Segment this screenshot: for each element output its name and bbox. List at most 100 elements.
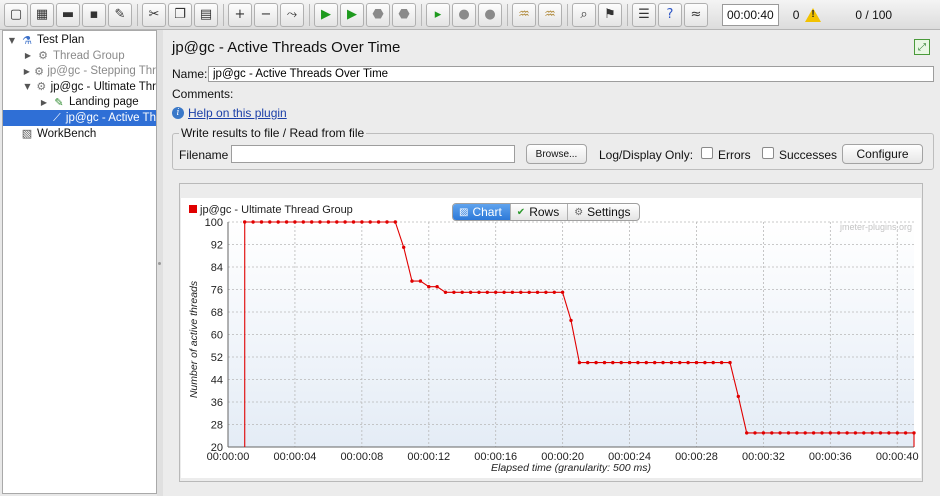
search-icon[interactable]: ⌕ (572, 2, 596, 27)
data-point (510, 290, 515, 294)
remote-start-icon[interactable]: ▸ (426, 2, 450, 27)
data-point (569, 318, 573, 323)
warning-icon[interactable] (805, 7, 822, 22)
name-field[interactable] (208, 66, 934, 82)
data-point (494, 290, 498, 294)
tree-item[interactable]: ▼ ⚗ Test Plan (3, 32, 156, 48)
toolbar-separator (507, 3, 508, 26)
data-point (477, 290, 481, 294)
data-point (360, 220, 364, 224)
y-tick-label: 100 (205, 217, 223, 229)
data-point (887, 431, 891, 435)
reset-search-icon[interactable]: ⚑ (598, 2, 622, 27)
log-viewer-icon[interactable]: ≈ (684, 2, 708, 27)
shutdown-icon[interactable]: ⬣ (392, 2, 416, 27)
tree-item[interactable]: ▶ ⚙ jp@gc - Stepping Thr (3, 63, 156, 79)
watermark: jmeter-plugins.org (839, 222, 912, 232)
data-point (335, 220, 339, 224)
copy-icon[interactable]: ❐ (168, 2, 192, 27)
data-point (602, 360, 607, 365)
templates-icon[interactable]: ▦ (30, 2, 54, 27)
toolbar-separator (421, 3, 422, 26)
data-point (719, 360, 724, 365)
collapse-all-icon[interactable]: − (254, 2, 278, 27)
browse-button[interactable]: Browse... (526, 144, 587, 164)
collapse-arrow-icon[interactable]: ▼ (23, 82, 32, 91)
data-point (310, 220, 314, 224)
function-helper-icon[interactable]: ☰ (632, 2, 656, 27)
tree-item-label: WorkBench (37, 127, 97, 140)
y-tick-label: 52 (211, 352, 223, 364)
tab-rows[interactable]: ✔ Rows (511, 204, 569, 220)
data-point (912, 431, 916, 435)
tree-item[interactable]: ▶ ✎ Landing page (3, 94, 156, 110)
help-link[interactable]: Help on this plugin (188, 106, 287, 120)
tab-settings[interactable]: ⚙ Settings (568, 204, 638, 220)
tree-item[interactable]: ⟋ jp@gc - Active Th (3, 110, 156, 126)
data-point (694, 360, 699, 365)
cut-icon[interactable]: ✂ (142, 2, 166, 27)
y-tick-label: 36 (211, 397, 223, 409)
data-point (686, 360, 690, 365)
expand-arrow-icon[interactable]: ▶ (23, 51, 33, 60)
expand-arrow-icon[interactable]: ▶ (39, 98, 49, 107)
toolbar-separator (223, 3, 224, 26)
clear-icon[interactable]: ♒ (512, 2, 536, 27)
y-tick-label: 92 (211, 240, 223, 252)
open-icon[interactable]: ▬ (56, 2, 80, 27)
data-point (519, 290, 523, 294)
data-point (661, 360, 665, 365)
tab-chart[interactable]: ▨ Chart (453, 204, 511, 220)
view-tabs: ▨ Chart ✔ Rows ⚙ Settings (452, 203, 640, 221)
data-point (644, 360, 648, 365)
y-tick-label: 68 (211, 307, 223, 319)
remote-shutdown-icon[interactable]: ● (478, 2, 502, 27)
data-point (627, 360, 632, 365)
new-icon[interactable]: ▢ (4, 2, 28, 27)
tree-item[interactable]: ▼ ⚙ jp@gc - Ultimate Thr (3, 79, 156, 95)
paste-icon[interactable]: ▤ (194, 2, 218, 27)
tab-label: Rows (529, 205, 560, 219)
start-icon[interactable]: ▶ (314, 2, 338, 27)
tree-item[interactable]: ▶ ⚙ Thread Group (3, 48, 156, 64)
toggle-icon[interactable]: ⤳ (280, 2, 304, 27)
filename-field[interactable] (231, 145, 515, 163)
x-tick-label: 00:00:32 (742, 451, 785, 463)
tree-item[interactable]: ▧ WorkBench (3, 126, 156, 142)
help-icon[interactable]: ? (658, 2, 682, 27)
x-tick-label: 00:00:28 (675, 451, 718, 463)
clear-all-icon[interactable]: ♒ (538, 2, 562, 27)
save-as-icon[interactable]: ✎ (108, 2, 132, 27)
help-row[interactable]: i Help on this plugin (172, 105, 287, 120)
successes-checkbox[interactable] (762, 147, 774, 159)
legend-label: jp@gc - Ultimate Thread Group (199, 204, 353, 216)
data-point (427, 285, 431, 289)
x-tick-label: 00:00:04 (274, 451, 317, 463)
file-panel: Write results to file / Read from file F… (172, 126, 934, 170)
collapse-arrow-icon[interactable]: ▼ (7, 36, 17, 45)
configure-button[interactable]: Configure (842, 144, 923, 164)
data-point (761, 431, 766, 435)
data-point (745, 431, 749, 435)
tree-item-label: Thread Group (53, 49, 125, 62)
maximize-icon[interactable]: ⤢ (914, 39, 930, 55)
save-icon[interactable]: ▪ (82, 2, 106, 27)
tab-label: Settings (587, 205, 631, 219)
data-point (786, 431, 791, 435)
data-point (326, 220, 331, 224)
start-no-pauses-icon[interactable]: ▶ (340, 2, 364, 27)
errors-checkbox[interactable] (701, 147, 713, 159)
tree-item-label: jp@gc - Ultimate Thr (50, 80, 156, 93)
data-point (837, 431, 841, 435)
data-point (636, 360, 640, 365)
expand-arrow-icon[interactable]: ▶ (23, 67, 31, 76)
data-point (385, 220, 389, 224)
data-point (853, 431, 858, 435)
data-point (259, 220, 264, 224)
remote-stop-icon[interactable]: ● (452, 2, 476, 27)
test-plan-tree: ▼ ⚗ Test Plan ▶ ⚙ Thread Group ▶ ⚙ jp@gc - Stepp… (2, 30, 157, 494)
toolbar-separator (309, 3, 310, 26)
stop-icon[interactable]: ⬣ (366, 2, 390, 27)
expand-all-icon[interactable]: + (228, 2, 252, 27)
y-tick-label: 60 (211, 330, 223, 342)
